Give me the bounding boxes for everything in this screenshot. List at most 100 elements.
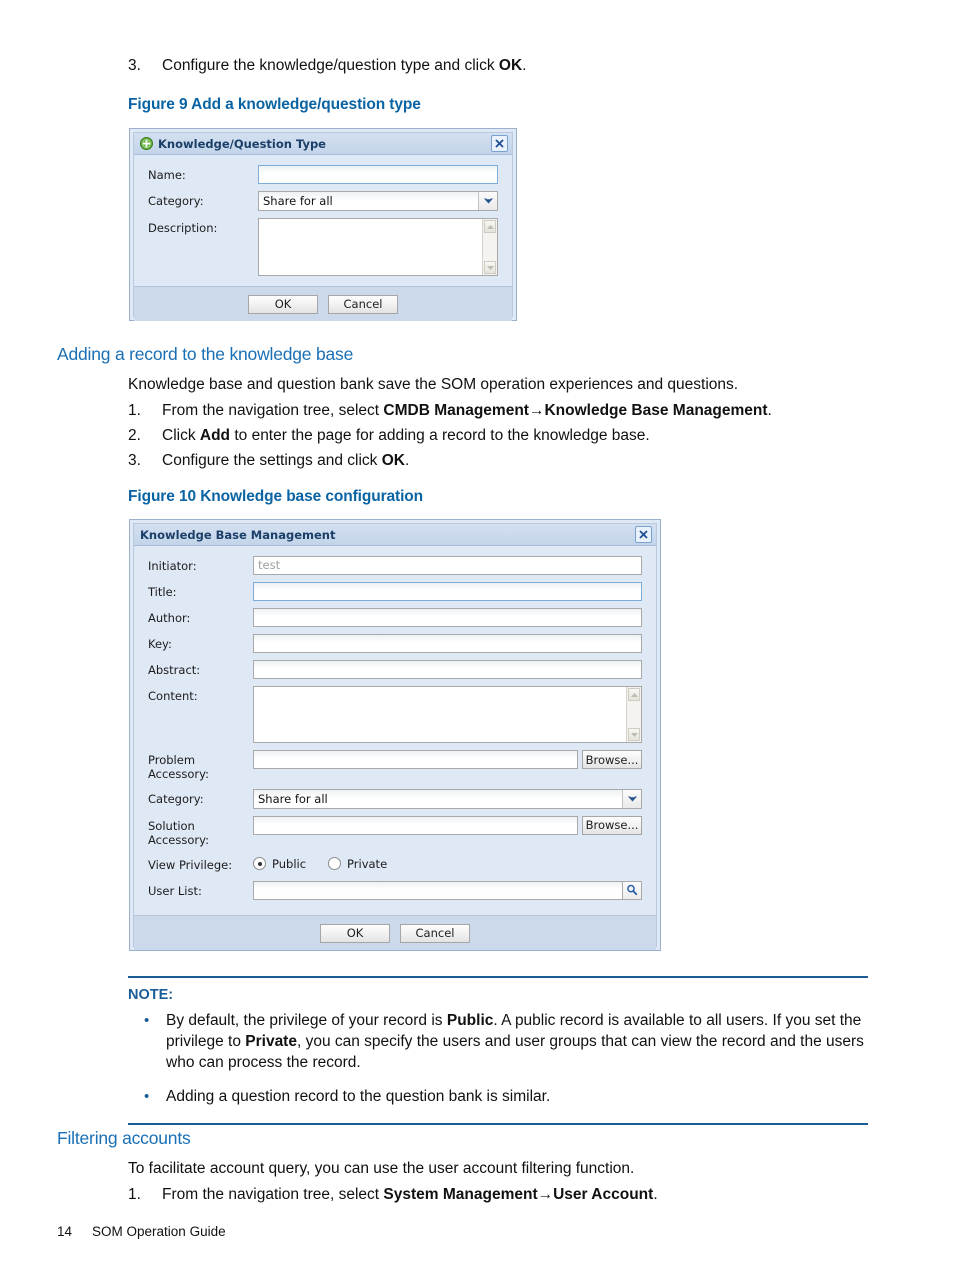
note-item-text: Adding a question record to the question…	[166, 1087, 551, 1105]
content-control	[253, 686, 642, 743]
abstract-input[interactable]	[253, 660, 642, 679]
radio-public-dot[interactable]	[253, 857, 266, 870]
name-input[interactable]	[258, 165, 498, 184]
ok-button[interactable]: OK	[248, 294, 318, 314]
scroll-up-icon[interactable]	[628, 688, 640, 701]
category-select[interactable]: Share for all	[253, 788, 642, 809]
step-number: 3.	[128, 452, 141, 469]
category-label: Category:	[148, 791, 204, 806]
problem-browse-button[interactable]: Browse...	[582, 750, 642, 769]
content-scrollbar[interactable]	[626, 687, 641, 742]
user-list-control	[253, 880, 642, 900]
scroll-down-icon[interactable]	[628, 728, 640, 741]
view-privilege-label: View Privilege:	[148, 857, 233, 872]
step-text-after: .	[767, 402, 772, 419]
step-text-bold: OK	[381, 452, 405, 469]
note-list-item: • By default, the privilege of your reco…	[128, 1011, 868, 1074]
note-title: NOTE:	[128, 987, 174, 1003]
content-text[interactable]	[254, 687, 626, 742]
step-item: 1. From the navigation tree, select Syst…	[128, 1185, 868, 1205]
problem-accessory-input[interactable]	[253, 750, 578, 769]
step-text-before: Configure the settings and click	[162, 452, 382, 469]
section-heading-adding-record: Adding a record to the knowledge base	[57, 344, 354, 364]
field-row-category: Category: Share for all	[148, 788, 642, 809]
section-heading-filtering-accounts: Filtering accounts	[57, 1128, 191, 1148]
dialog-inner-frame: Knowledge Base Management Initiator: tes…	[133, 523, 657, 950]
author-label: Author:	[148, 611, 191, 625]
radio-private-dot[interactable]	[328, 857, 342, 870]
title-label: Title:	[148, 585, 177, 599]
name-label: Name:	[148, 168, 186, 182]
problem-accessory-label-line2: Accessory:	[148, 767, 209, 782]
title-input[interactable]	[253, 582, 642, 601]
scroll-up-icon[interactable]	[484, 220, 496, 233]
author-input[interactable]	[253, 608, 642, 627]
description-scrollbar[interactable]	[482, 219, 497, 275]
solution-accessory-input[interactable]	[253, 815, 578, 835]
note-top-rule	[128, 976, 868, 978]
radio-private-label: Private	[347, 856, 388, 871]
solution-browse-button[interactable]: Browse...	[582, 815, 642, 835]
search-icon[interactable]	[623, 880, 642, 900]
page-footer: 14 SOM Operation Guide	[57, 1224, 226, 1239]
step-item: 2. Click Add to enter the page for addin…	[128, 426, 868, 446]
field-row-description: Description:	[148, 218, 498, 276]
user-list-input[interactable]	[253, 880, 623, 900]
radio-public[interactable]: Public	[253, 857, 306, 871]
initiator-input: test	[253, 556, 642, 575]
chevron-down-icon[interactable]	[622, 789, 641, 808]
step-text: Click Add to enter the page for adding a…	[162, 426, 650, 446]
abstract-control	[253, 660, 642, 679]
dialog-inner-frame: Knowledge/Question Type Name: Category:	[133, 132, 513, 321]
view-privilege-control: Public Private	[253, 855, 642, 871]
chevron-down-icon[interactable]	[478, 192, 497, 210]
description-textarea[interactable]	[258, 218, 498, 276]
bullet-icon: •	[144, 1087, 150, 1105]
category-control: Share for all	[253, 788, 642, 809]
field-row-key: Key:	[148, 634, 642, 653]
field-row-problem-accessory: Problem Accessory: Browse...	[148, 750, 642, 782]
note-block: NOTE: • By default, the privilege of you…	[128, 976, 868, 1125]
abstract-label: Abstract:	[148, 663, 201, 677]
step-text-before: Configure the knowledge/question type an…	[162, 57, 499, 74]
solution-accessory-label-line1: Solution	[148, 818, 195, 833]
dialog-title-bar: Knowledge Base Management	[134, 524, 656, 546]
close-icon[interactable]	[635, 526, 652, 543]
field-row-solution-accessory: Solution Accessory: Browse...	[148, 815, 642, 848]
dialog-title: Knowledge Base Management	[140, 527, 336, 542]
note-bottom-rule	[128, 1122, 868, 1125]
author-control	[253, 608, 642, 627]
content-textarea[interactable]	[253, 686, 642, 743]
cancel-button[interactable]: Cancel	[328, 294, 398, 314]
category-selected-value: Share for all	[258, 791, 328, 806]
step-item: 3. Configure the settings and click OK.	[128, 451, 868, 471]
key-input[interactable]	[253, 634, 642, 653]
category-select[interactable]: Share for all	[258, 191, 498, 211]
knowledge-question-type-dialog: Knowledge/Question Type Name: Category:	[129, 128, 517, 321]
description-label: Description:	[148, 221, 218, 235]
field-row-title: Title:	[148, 582, 642, 601]
field-row-user-list: User List:	[148, 880, 642, 900]
field-row-category: Category: Share for all	[148, 191, 498, 211]
view-privilege-radio-group: Public Private	[253, 855, 387, 871]
note-list-item: • Adding a question record to the questi…	[128, 1087, 868, 1108]
step-text-after: to enter the page for adding a record to…	[230, 427, 650, 444]
bullet-icon: •	[144, 1012, 150, 1029]
solution-accessory-control: Browse...	[253, 815, 642, 835]
scroll-down-icon[interactable]	[484, 261, 496, 274]
field-row-view-privilege: View Privilege: Public Private	[148, 855, 642, 872]
section-intro-filtering: To facilitate account query, you can use…	[128, 1160, 635, 1177]
radio-private[interactable]: Private	[328, 857, 387, 871]
close-icon[interactable]	[491, 135, 508, 152]
note-text-part1: By default, the privilege of your record…	[166, 1012, 447, 1029]
category-label: Category:	[148, 194, 204, 208]
content-label: Content:	[148, 689, 198, 703]
step-item: 1. From the navigation tree, select CMDB…	[128, 401, 868, 421]
step-text-before: From the navigation tree, select	[162, 402, 384, 419]
cancel-button[interactable]: Cancel	[400, 923, 470, 943]
ok-button[interactable]: OK	[320, 923, 390, 943]
solution-accessory-label-line2: Accessory:	[148, 833, 209, 848]
dialog-body: Initiator: test Title: Author: Key: Abst…	[134, 546, 656, 915]
description-text[interactable]	[259, 219, 482, 275]
figure-9-caption: Figure 9 Add a knowledge/question type	[128, 96, 421, 113]
